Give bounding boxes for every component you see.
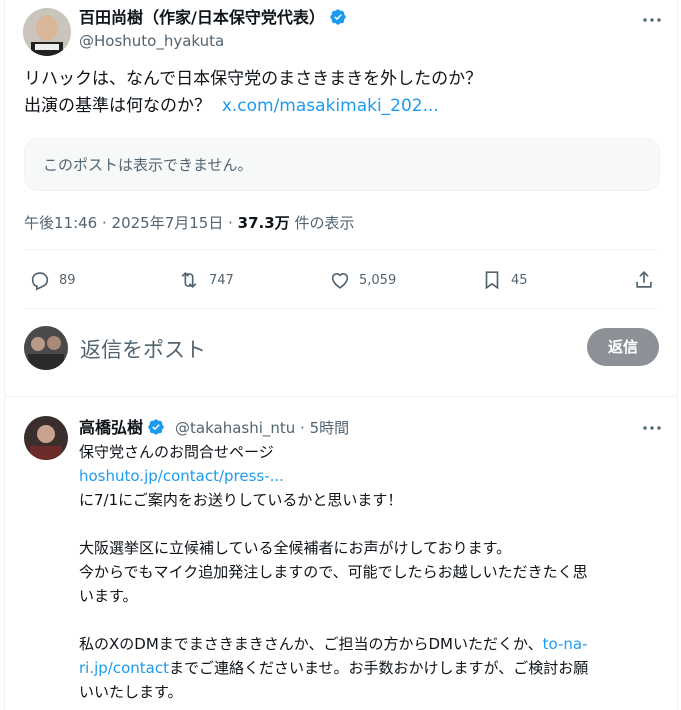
reply-author-handle[interactable]: @takahashi_ntu [175,419,295,437]
current-user-avatar[interactable] [24,326,68,370]
reply-link-contact-start[interactable]: to-na- [543,635,588,653]
author-avatar[interactable] [23,8,71,56]
section-divider [4,396,677,397]
reply-button[interactable]: 返信 [587,328,659,366]
bookmark-count: 45 [511,272,528,288]
left-border [4,0,5,710]
heart-icon [331,273,349,289]
reply-line: 今からでもマイク追加発注しますので、可能でしたらお越しいただきたく思 [79,563,588,581]
bookmark-icon [485,271,499,290]
reply-author-avatar[interactable] [24,416,68,460]
divider [24,249,658,250]
like-count: 5,059 [359,272,397,288]
share-icon [636,271,652,288]
tweet-text-line2: 出演の基準は何なのか？ [24,96,211,116]
bookmark-action[interactable]: 45 [481,267,528,293]
reply-line: います。 [79,587,138,605]
author-handle[interactable]: @Hoshuto_hyakuta [79,32,224,50]
avatar-image [24,416,68,460]
share-action[interactable] [633,267,663,293]
reply-count: 89 [59,272,76,288]
tweet-timestamp[interactable]: 午後11:46 · 2025年7月15日 · [24,214,238,232]
tweet-link[interactable]: x.com/masakimaki_202... [222,96,439,116]
more-options-icon[interactable] [640,8,664,32]
reply-link-press[interactable]: hoshuto.jp/contact/press-... [79,467,284,485]
reply-line: 私のXのDMまでまさきまきさんか、ご担当の方からDMいただくか、 [79,635,543,653]
avatar-image [24,326,68,370]
reply-author-name[interactable]: 高橋弘樹 [79,418,165,438]
reply-line: に7/1にご案内をお送りしているかと思います！ [79,491,403,509]
reply-author-meta: @takahashi_ntu · 5時間 [175,419,350,437]
right-border [677,0,678,710]
reply-action[interactable]: 89 [29,267,76,293]
reply-icon [31,272,49,291]
quoted-post-unavailable: このポストは表示できません。 [24,138,660,191]
reply-link-contact-end[interactable]: ri.jp/contact [79,659,169,677]
verified-badge-icon [330,9,346,25]
tweet-meta: 午後11:46 · 2025年7月15日 · 37.3万 件の表示 [24,212,354,233]
divider [24,308,658,309]
repost-action[interactable]: 747 [177,267,234,293]
like-action[interactable]: 5,059 [329,267,396,293]
repost-count: 747 [209,272,234,288]
reply-line: 保守党さんのお問合せページ [79,443,274,461]
repost-icon [181,271,197,289]
reply-line: いいたします。 [79,683,183,701]
reply-input[interactable]: 返信をポスト [80,334,206,364]
tweet-text: リハックは、なんで日本保守党のまさきまきを外したのか？ 出演の基準は何なのか？ … [24,66,482,120]
unavailable-message: このポストは表示できません。 [43,156,253,174]
reply-line: 大阪選挙区に立候補している全候補者にお声がけしております。 [79,539,512,557]
verified-badge-icon [148,419,164,435]
reply-text: 保守党さんのお問合せページ hoshuto.jp/contact/press-.… [79,440,654,704]
avatar-image [23,8,71,56]
views-suffix: 件の表示 [289,214,355,232]
reply-timestamp[interactable]: 5時間 [310,419,350,437]
views-count: 37.3万 [237,214,290,232]
more-options-icon[interactable] [640,416,664,440]
author-name[interactable]: 百田尚樹（作家/日本保守党代表） [79,8,347,28]
tweet-text-line1: リハックは、なんで日本保守党のまさきまきを外したのか？ [24,69,483,89]
reply-line: までご連絡くださいませ。お手数おかけしますが、ご検討お願 [168,659,589,677]
